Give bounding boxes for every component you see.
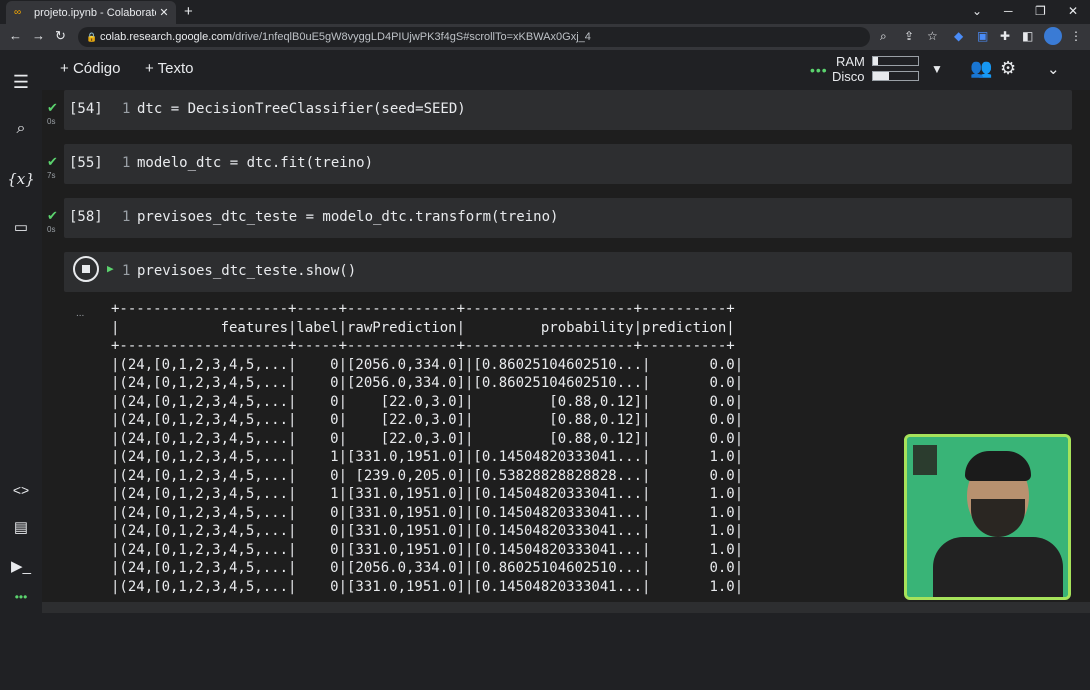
command-palette-icon[interactable]: ▤	[0, 518, 42, 536]
cell-58-time: 0s	[47, 225, 56, 234]
output-line: |(24,[0,1,2,3,4,5,...| 0| [22.0,3.0]| [0…	[111, 393, 744, 410]
tab-search-icon[interactable]: ⌄	[972, 4, 982, 18]
new-tab-button[interactable]: +	[184, 3, 193, 20]
code-cell-58[interactable]: [58] 1 previsoes_dtc_teste = modelo_dtc.…	[64, 198, 1072, 238]
line-number: 1	[122, 101, 131, 117]
output-line: |(24,[0,1,2,3,4,5,...| 1|[331.0,1951.0]|…	[111, 486, 744, 502]
extension-shield-icon[interactable]: ◆	[954, 29, 963, 43]
add-code-button[interactable]: + Código	[60, 60, 120, 77]
output-line: |(24,[0,1,2,3,4,5,...| 0|[331.0,1951.0]|…	[111, 504, 744, 521]
line-number: 1	[122, 155, 131, 171]
cell-code[interactable]: modelo_dtc = dtc.fit(treino)	[137, 155, 373, 171]
ram-usage-bar[interactable]	[872, 56, 919, 66]
cell-exec-count: [58]	[69, 209, 103, 225]
output-line: | features|label|rawPrediction| probabil…	[111, 319, 735, 336]
output-line: |(24,[0,1,2,3,4,5,...| 1|[331.0,1951.0]|…	[111, 449, 744, 465]
cell-exec-count: [54]	[69, 101, 103, 117]
colab-logo-icon: ∞	[14, 7, 22, 18]
output-line: |(24,[0,1,2,3,4,5,...| 0| [22.0,3.0]| [0…	[111, 412, 744, 428]
stop-square-icon	[82, 265, 90, 273]
variables-icon[interactable]: {x}	[0, 170, 42, 188]
stop-execution-button[interactable]	[73, 256, 99, 282]
close-window-button[interactable]: ✕	[1068, 4, 1078, 18]
maximize-button[interactable]: ❐	[1035, 4, 1046, 18]
runtime-dropdown-icon[interactable]: ▼	[931, 62, 943, 76]
reload-icon[interactable]: ↻	[55, 28, 66, 44]
back-icon[interactable]: ←	[9, 28, 22, 43]
webcam-overlay	[904, 434, 1071, 600]
add-code-label: Código	[72, 60, 121, 77]
cell-code[interactable]: previsoes_dtc_teste = modelo_dtc.transfo…	[137, 209, 558, 225]
share-icon[interactable]: ⇪	[904, 29, 914, 43]
running-arrow-icon: ▶	[107, 262, 114, 275]
minimize-button[interactable]: ─	[1004, 4, 1013, 18]
output-line: |(24,[0,1,2,3,4,5,...| 0|[331.0,1951.0]|…	[111, 541, 744, 558]
presenter-body	[933, 537, 1063, 597]
add-text-button[interactable]: + Texto	[145, 60, 194, 77]
forward-icon[interactable]: →	[32, 28, 45, 43]
output-line: |(24,[0,1,2,3,4,5,...| 0|[2056.0,334.0]|…	[111, 375, 744, 391]
collapse-chevron-icon[interactable]: ⌄	[1047, 60, 1060, 78]
ram-label: RAM	[836, 54, 865, 69]
output-line: |(24,[0,1,2,3,4,5,...| 0|[2056.0,334.0]|…	[111, 560, 744, 576]
files-folder-icon[interactable]: ▭	[0, 218, 42, 236]
output-line: |(24,[0,1,2,3,4,5,...| 0|[331.0,1951.0]|…	[111, 578, 744, 595]
output-line: |(24,[0,1,2,3,4,5,...| 0|[2056.0,334.0]|…	[111, 356, 744, 373]
browser-tab-bar: ∞ projeto.ipynb - Colaboratory ✕ + ⌄ ─ ❐…	[0, 0, 1090, 24]
disk-usage-fill	[873, 72, 889, 80]
left-sidebar: ☰ ⌕ {x} ▭ <> ▤ ▶_ •••	[0, 72, 43, 613]
profile-avatar[interactable]	[1044, 27, 1062, 45]
extension-s-icon[interactable]: ▣	[977, 29, 988, 43]
cell-code[interactable]: previsoes_dtc_teste.show()	[137, 263, 356, 279]
close-tab-icon[interactable]: ✕	[156, 6, 172, 19]
browser-tab[interactable]: ∞ projeto.ipynb - Colaboratory ✕	[6, 1, 176, 24]
side-panel-icon[interactable]: ◧	[1022, 29, 1033, 43]
share-people-icon[interactable]: 👥	[970, 58, 992, 79]
cell-code[interactable]: dtc = DecisionTreeClassifier(seed=SEED)	[137, 101, 466, 117]
notebook-toolbar: + Código + Texto ••• RAM Disco ▼ 👥 ⚙ ⌄	[0, 50, 1090, 90]
line-number: 1	[122, 263, 131, 279]
output-line: |(24,[0,1,2,3,4,5,...| 0| [239.0,205.0]|…	[111, 467, 744, 484]
cell-55-time: 7s	[47, 171, 56, 180]
url-path: /drive/1nfeqlB0uE5gW8vyggLD4PIUjwPK3f4gS…	[232, 31, 591, 43]
url-field[interactable]: 🔒 colab.research.google.com/drive/1nfeql…	[78, 27, 870, 47]
disk-label: Disco	[832, 69, 865, 84]
table-of-contents-icon[interactable]: ☰	[0, 72, 42, 93]
search-icon[interactable]: ⌕	[0, 120, 42, 138]
disk-usage-bar[interactable]	[872, 71, 919, 81]
zoom-icon[interactable]: ⌕	[880, 29, 887, 44]
status-dots-icon: •••	[14, 590, 28, 604]
cell-output: +--------------------+-----+------------…	[111, 300, 743, 596]
output-line: |(24,[0,1,2,3,4,5,...| 0|[331.0,1951.0]|…	[111, 523, 744, 539]
code-cell-54[interactable]: [54] 1 dtc = DecisionTreeClassifier(seed…	[64, 90, 1072, 130]
busy-indicator-icon: •••	[810, 62, 828, 78]
code-cell-running[interactable]: ▶ 1 previsoes_dtc_teste.show()	[64, 252, 1072, 292]
address-bar-row: ← → ↻ 🔒 colab.research.google.com/drive/…	[0, 24, 1090, 50]
lock-icon: 🔒	[86, 32, 98, 42]
horizontal-scrollbar[interactable]	[42, 602, 1090, 613]
ram-usage-fill	[873, 57, 879, 65]
cell-55-done-icon: ✔	[47, 154, 58, 169]
output-menu-icon[interactable]: ...	[76, 308, 84, 319]
bookmark-star-icon[interactable]: ☆	[927, 29, 938, 43]
cell-54-done-icon: ✔	[47, 100, 58, 115]
output-line: +--------------------+-----+------------…	[111, 338, 735, 354]
code-cell-55[interactable]: [55] 1 modelo_dtc = dtc.fit(treino)	[64, 144, 1072, 184]
code-snippets-icon[interactable]: <>	[0, 482, 42, 498]
settings-gear-icon[interactable]: ⚙	[1000, 58, 1016, 79]
browser-menu-icon[interactable]: ⋮	[1070, 29, 1082, 43]
url-host: colab.research.google.com	[100, 31, 233, 43]
extensions-puzzle-icon[interactable]: ✚	[1000, 29, 1010, 43]
add-text-label: Texto	[157, 60, 194, 77]
video-shelf	[913, 445, 937, 475]
cell-58-done-icon: ✔	[47, 208, 58, 223]
line-number: 1	[122, 209, 131, 225]
presenter-hair	[965, 451, 1031, 481]
output-line: |(24,[0,1,2,3,4,5,...| 0| [22.0,3.0]| [0…	[111, 430, 744, 447]
terminal-icon[interactable]: ▶_	[0, 557, 42, 575]
cell-54-time: 0s	[47, 117, 56, 126]
output-line: +--------------------+-----+------------…	[111, 301, 735, 317]
tab-title: projeto.ipynb - Colaboratory	[34, 6, 156, 19]
cell-exec-count: [55]	[69, 155, 103, 171]
